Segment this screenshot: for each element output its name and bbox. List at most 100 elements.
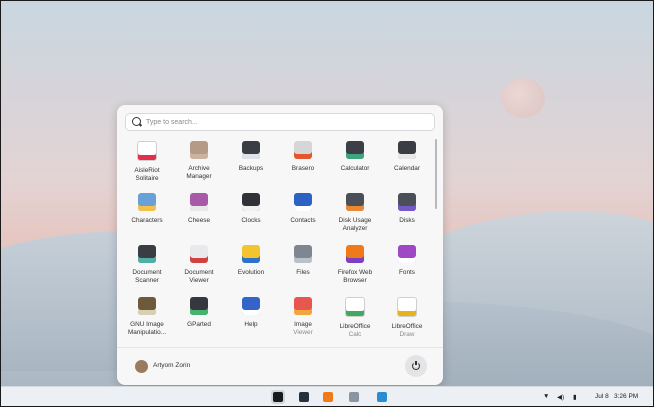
app-label: Calendar: [394, 165, 420, 172]
files-glyph: [349, 392, 359, 402]
app-label: Cheese: [187, 217, 211, 224]
app-launcher[interactable]: Firefox Web Browser: [329, 239, 381, 291]
app-label: Brasero: [291, 165, 315, 172]
user-name[interactable]: Artyom Zorin: [153, 362, 190, 369]
app-launcher[interactable]: LibreOffice Draw: [381, 291, 433, 343]
app-label: Fonts: [399, 269, 415, 276]
app-launcher[interactable]: Characters: [121, 187, 173, 239]
app-icon: [294, 141, 312, 159]
app-label: Firefox Web Browser: [337, 269, 373, 284]
app-launcher[interactable]: GParted: [173, 291, 225, 343]
app-launcher[interactable]: Clocks: [225, 187, 277, 239]
app-launcher[interactable]: Document Scanner: [121, 239, 173, 291]
app-icon: [190, 245, 208, 263]
app-icon: [294, 245, 312, 263]
volume-icon[interactable]: ◀): [557, 393, 564, 401]
app-launcher[interactable]: Cheese: [173, 187, 225, 239]
menu-footer: Artyom Zorin: [117, 347, 443, 386]
desktop: AisleRiot Solitaire Archive Manager Backup…: [0, 0, 654, 407]
app-launcher[interactable]: Fonts: [381, 239, 433, 291]
firefox-glyph: [323, 392, 333, 402]
app-launcher[interactable]: Calculator: [329, 135, 381, 187]
app-launcher[interactable]: Image Viewer: [277, 291, 329, 343]
app-icon: [294, 297, 312, 315]
multitasking-glyph: [299, 392, 309, 402]
app-label: Characters: [131, 217, 163, 224]
app-label: Disk Usage Analyzer: [338, 217, 372, 232]
app-launcher[interactable]: Backups: [225, 135, 277, 187]
app-label: Backups: [238, 165, 264, 172]
app-launcher[interactable]: Disk Usage Analyzer: [329, 187, 381, 239]
taskbar-files-icon[interactable]: [347, 390, 361, 404]
date-label[interactable]: Jul 8: [595, 393, 609, 400]
taskbar-multitasking-icon[interactable]: [297, 390, 311, 404]
app-label: Help: [244, 321, 258, 328]
app-icon: [397, 297, 417, 317]
app-launcher[interactable]: Document Viewer: [173, 239, 225, 291]
app-label: Files: [296, 269, 310, 276]
taskbar-software-icon[interactable]: [375, 390, 389, 404]
app-icon: [138, 297, 156, 315]
app-icon: [190, 193, 208, 211]
app-icon: [242, 141, 260, 159]
app-icon: [346, 141, 364, 159]
app-icon: [138, 193, 156, 211]
search-icon: [132, 117, 141, 126]
scrollbar[interactable]: [435, 139, 437, 209]
wallpaper-moon: [501, 78, 545, 118]
app-launcher[interactable]: Disks: [381, 187, 433, 239]
wifi-icon[interactable]: ▼: [543, 393, 549, 400]
app-menu: AisleRiot Solitaire Archive Manager Backup…: [117, 105, 443, 385]
app-launcher[interactable]: Archive Manager: [173, 135, 225, 187]
app-launcher[interactable]: Brasero: [277, 135, 329, 187]
app-icon: [398, 193, 416, 211]
app-label: LibreOffice Calc: [339, 323, 371, 338]
taskbar-firefox-icon[interactable]: [321, 390, 335, 404]
app-launcher[interactable]: Calendar: [381, 135, 433, 187]
app-label: LibreOffice Draw: [391, 323, 423, 338]
app-launcher[interactable]: LibreOffice Calc: [329, 291, 381, 343]
app-icon: [137, 141, 157, 161]
app-launcher[interactable]: Files: [277, 239, 329, 291]
app-icon: [345, 297, 365, 317]
app-icon: [190, 297, 208, 315]
app-label: GNU Image Manipulatio...: [127, 321, 166, 336]
app-icon: [294, 193, 312, 211]
app-launcher[interactable]: Help: [225, 291, 277, 343]
app-label: Image Viewer: [293, 321, 313, 336]
app-icon: [398, 245, 416, 263]
app-label: Document Scanner: [132, 269, 162, 284]
app-label: AisleRiot Solitaire: [134, 167, 160, 182]
app-label: Document Viewer: [184, 269, 214, 284]
avatar[interactable]: [135, 360, 148, 373]
search-box[interactable]: [125, 113, 435, 131]
software-glyph: [377, 392, 387, 402]
app-launcher[interactable]: Contacts: [277, 187, 329, 239]
app-launcher[interactable]: AisleRiot Solitaire: [121, 135, 173, 187]
app-grid: AisleRiot Solitaire Archive Manager Backup…: [121, 135, 433, 343]
clock-label[interactable]: 3:26 PM: [614, 393, 638, 400]
app-icon: [242, 297, 260, 315]
power-button[interactable]: [405, 355, 427, 377]
search-input[interactable]: [146, 114, 426, 130]
app-launcher[interactable]: Evolution: [225, 239, 277, 291]
app-icon: [138, 245, 156, 263]
app-icon: [242, 193, 260, 211]
app-label: Archive Manager: [186, 165, 212, 180]
app-label: GParted: [187, 321, 211, 328]
app-icon: [190, 141, 208, 159]
app-label: Calculator: [340, 165, 370, 172]
taskbar-zorin-menu-icon[interactable]: [271, 390, 285, 404]
app-icon: [346, 245, 364, 263]
zorin-menu-glyph: [273, 392, 283, 402]
app-label: Contacts: [290, 217, 316, 224]
app-label: Evolution: [237, 269, 265, 276]
app-icon: [398, 141, 416, 159]
taskbar: ▼ ◀) ▮ Jul 8 3:26 PM: [1, 386, 653, 406]
app-icon: [346, 193, 364, 211]
app-label: Disks: [399, 217, 415, 224]
app-label: Clocks: [241, 217, 261, 224]
app-launcher[interactable]: GNU Image Manipulatio...: [121, 291, 173, 343]
battery-icon[interactable]: ▮: [573, 393, 577, 401]
app-icon: [242, 245, 260, 263]
